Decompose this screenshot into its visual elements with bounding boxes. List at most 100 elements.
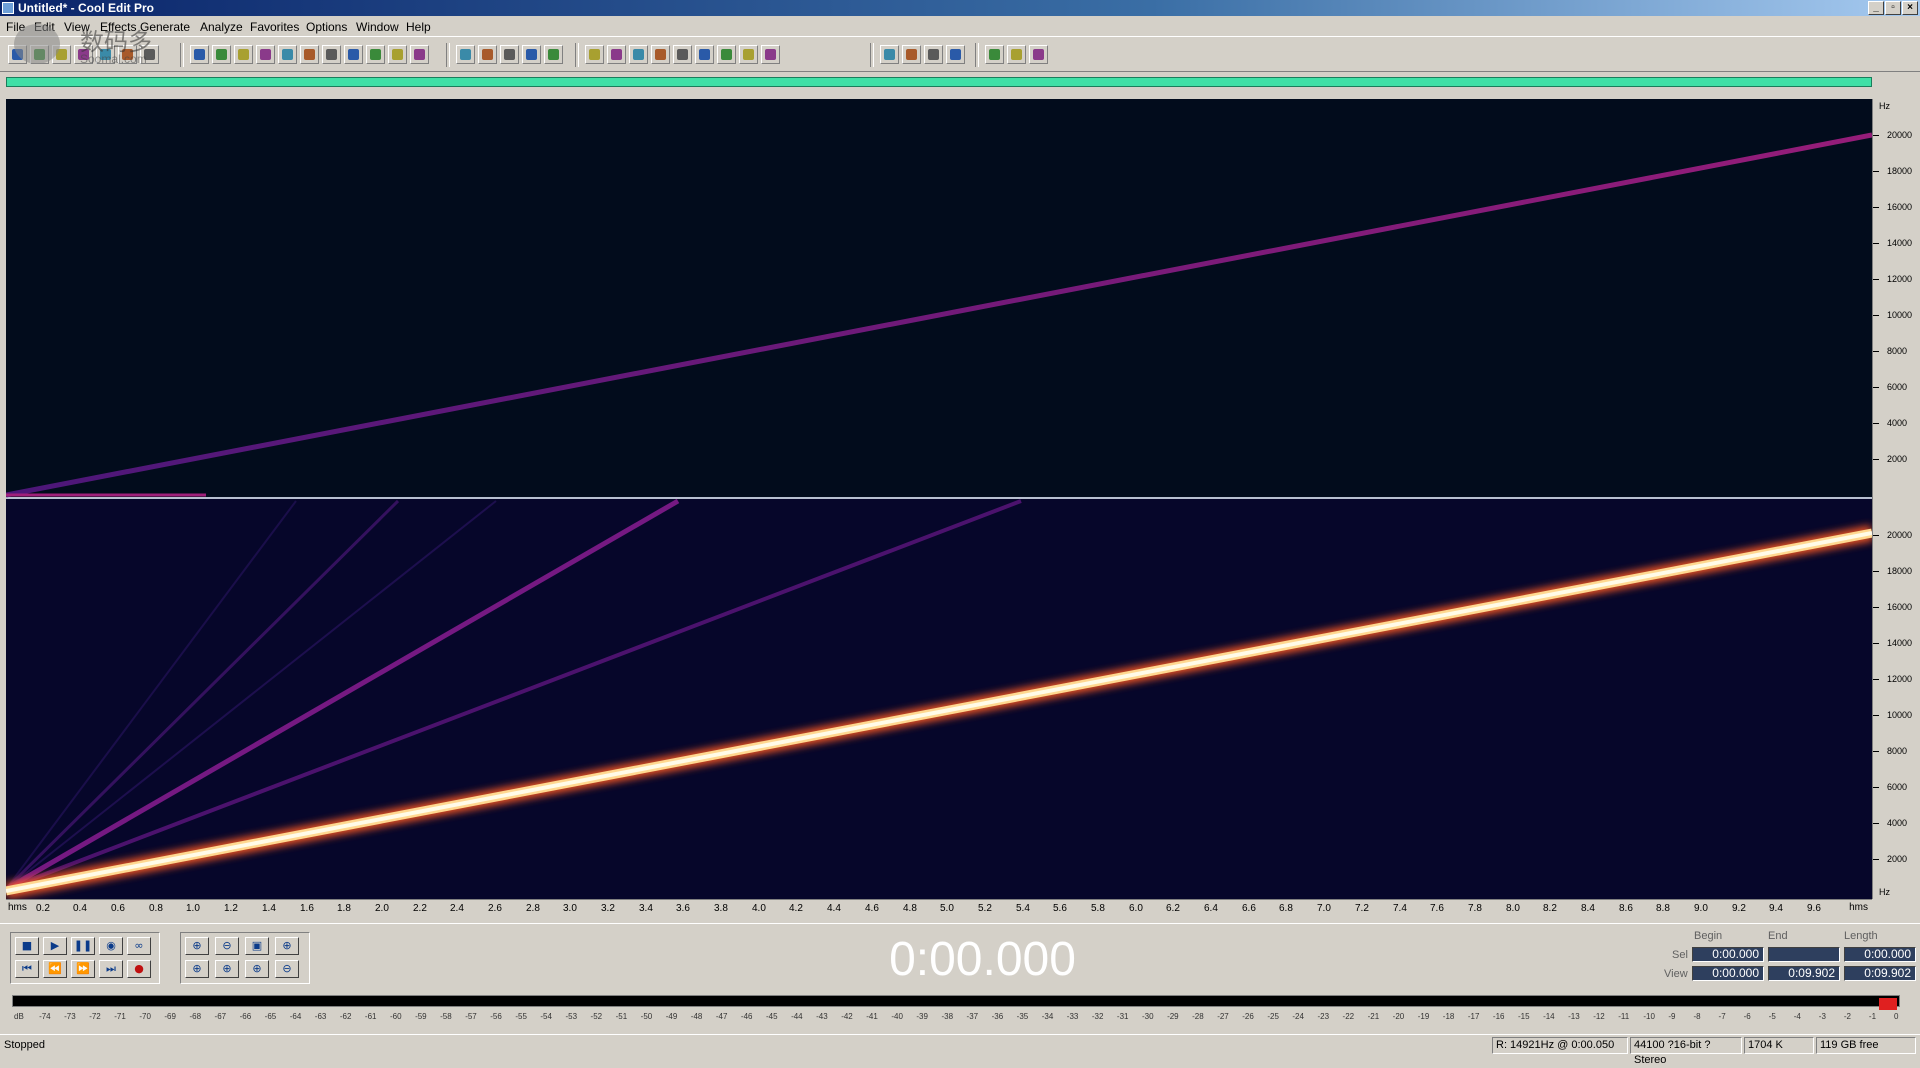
time-tick-label: 0.4	[73, 903, 87, 914]
cd-button[interactable]	[880, 45, 899, 64]
filter-button[interactable]	[695, 45, 714, 64]
view-end-field[interactable]: 0:09.902	[1768, 966, 1840, 981]
meter-tick-label: -57	[465, 1012, 477, 1021]
stretch-button[interactable]	[478, 45, 497, 64]
script-button[interactable]	[1007, 45, 1026, 64]
hz-tick-mark	[1873, 535, 1879, 536]
copy-button[interactable]	[212, 45, 231, 64]
transport-controls: ■ ▶ ❚❚ ◉ ∞ ⏮ ⏪ ⏩ ⏭ ●	[10, 932, 160, 984]
repeat-button[interactable]	[190, 45, 209, 64]
view-length-field[interactable]: 0:09.902	[1844, 966, 1916, 981]
paste-button[interactable]	[256, 45, 275, 64]
pause-button[interactable]: ❚❚	[71, 937, 95, 955]
menu-help[interactable]: Help	[406, 20, 431, 34]
trim-button[interactable]	[322, 45, 341, 64]
tools-button[interactable]	[985, 45, 1004, 64]
cut-button[interactable]	[234, 45, 253, 64]
meter-tick-label: -47	[715, 1012, 728, 1021]
noise-reduction-button[interactable]	[366, 45, 385, 64]
normalize-button[interactable]	[456, 45, 475, 64]
play-button[interactable]: ▶	[43, 937, 67, 955]
play-to-end-button[interactable]: ◉	[99, 937, 123, 955]
go-to-start-button[interactable]: ⏮	[15, 960, 39, 978]
cd-track-button[interactable]	[924, 45, 943, 64]
time-ruler: hms 0.2 0.4 0.6 0.8 1.0 1.2 1.4 1.6 1.8 2.0 2.2 2.4…	[6, 899, 1872, 916]
clip-indicator[interactable]	[1879, 998, 1897, 1010]
zoom-out-button[interactable]: ⊖	[215, 937, 239, 955]
meter-tick-label: -6	[1743, 1012, 1751, 1021]
spectral-display-button[interactable]	[522, 45, 541, 64]
hz-tick-mark	[1873, 315, 1879, 316]
stop-button[interactable]: ■	[15, 937, 39, 955]
spectral-plot-button[interactable]	[544, 45, 563, 64]
meter-tick-label: -19	[1417, 1012, 1430, 1021]
amplify-button[interactable]	[717, 45, 736, 64]
menu-window[interactable]: Window	[356, 20, 399, 34]
sel-length-field[interactable]: 0:00.000	[1844, 947, 1916, 962]
mix-paste-button[interactable]	[300, 45, 319, 64]
time-tick-label: 9.6	[1807, 903, 1821, 914]
cd-write-button[interactable]	[902, 45, 921, 64]
waveform-display-button[interactable]	[500, 45, 519, 64]
spectral-display-icon	[526, 49, 537, 60]
hz-tick-mark	[1873, 243, 1879, 244]
view-begin-field[interactable]: 0:00.000	[1692, 966, 1764, 981]
cd-burn-button[interactable]	[946, 45, 965, 64]
time-tick-label: 7.0	[1317, 903, 1331, 914]
zoom-full-button[interactable]: ▣	[245, 937, 269, 955]
frequency-button[interactable]	[629, 45, 648, 64]
title-bar: Untitled* - Cool Edit Pro _ ▫ ×	[0, 0, 1920, 16]
meter-tick-label: -73	[64, 1012, 76, 1021]
go-to-end-button[interactable]: ⏭	[99, 960, 123, 978]
menu-favorites[interactable]: Favorites	[250, 20, 299, 34]
zoom-out-vertical-button[interactable]: ⊖	[275, 960, 299, 978]
paste-new-button[interactable]	[278, 45, 297, 64]
zoom-to-right-button[interactable]: ⊕	[215, 960, 239, 978]
record-button[interactable]: ●	[127, 960, 151, 978]
delete-icon	[348, 49, 359, 60]
time-tick-label: 5.8	[1091, 903, 1105, 914]
menu-options[interactable]: Options	[306, 20, 347, 34]
help-icon	[765, 49, 776, 60]
zoom-to-selection-button[interactable]: ⊕	[245, 960, 269, 978]
meter-tick-label: -2	[1843, 1012, 1851, 1021]
overview-bar[interactable]	[6, 77, 1872, 87]
toolbar-separator	[180, 43, 184, 67]
zoom-button[interactable]	[607, 45, 626, 64]
watermark: 数码多 Soomal.com	[10, 18, 160, 68]
fade-button[interactable]	[410, 45, 429, 64]
loop-button[interactable]: ∞	[127, 937, 151, 955]
meter-button[interactable]	[673, 45, 692, 64]
meter-tick-label: -62	[339, 1012, 352, 1021]
reverb-button[interactable]	[739, 45, 758, 64]
zoom-to-left-button[interactable]: ⊕	[185, 960, 209, 978]
close-button[interactable]: ×	[1902, 1, 1918, 15]
meter-tick-label: -37	[966, 1012, 979, 1021]
hz-tick-mark	[1873, 207, 1879, 208]
sel-begin-field[interactable]: 0:00.000	[1692, 947, 1764, 962]
rewind-button[interactable]: ⏪	[43, 960, 67, 978]
graph-button[interactable]	[651, 45, 670, 64]
hz-tick-label: 16000	[1887, 602, 1913, 612]
meter-tick-label: -3	[1818, 1012, 1826, 1021]
spectrogram-view[interactable]	[6, 99, 1872, 899]
zoom-in-vertical-button[interactable]: ⊕	[275, 937, 299, 955]
minimize-button[interactable]: _	[1868, 1, 1884, 15]
status-format: 44100 ?16-bit ?Stereo	[1630, 1037, 1742, 1066]
meter-tick-label: -69	[164, 1012, 176, 1021]
envelope-button[interactable]	[388, 45, 407, 64]
app-icon	[2, 2, 14, 14]
menu-analyze[interactable]: Analyze	[200, 20, 243, 34]
settings-button[interactable]	[1029, 45, 1048, 64]
zoom-in-button[interactable]: ⊕	[185, 937, 209, 955]
play-button[interactable]	[585, 45, 604, 64]
meter-tick-label: -7	[1718, 1012, 1726, 1021]
help-button[interactable]	[761, 45, 780, 64]
delete-button[interactable]	[344, 45, 363, 64]
hz-tick-label: 4000	[1887, 418, 1908, 428]
hz-tick-mark	[1873, 279, 1879, 280]
fast-forward-button[interactable]: ⏩	[71, 960, 95, 978]
waveform-display-icon	[504, 49, 515, 60]
maximize-button[interactable]: ▫	[1885, 1, 1901, 15]
sel-end-field[interactable]	[1768, 947, 1840, 962]
